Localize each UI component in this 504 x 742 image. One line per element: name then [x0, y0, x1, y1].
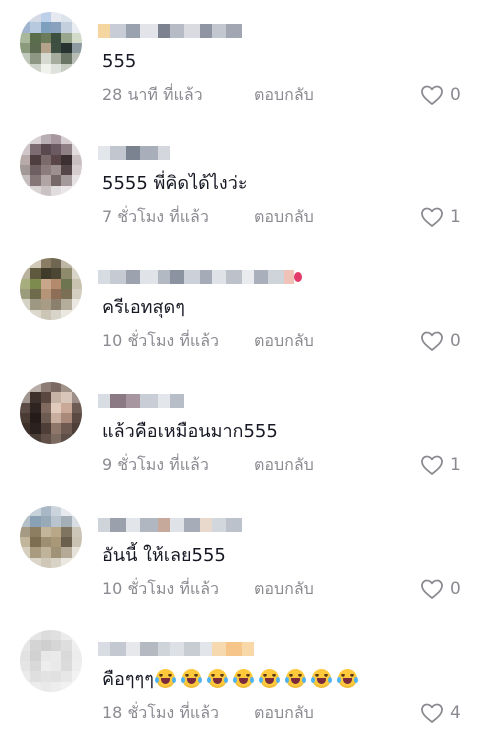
avatar[interactable] — [20, 630, 82, 692]
username[interactable] — [98, 144, 170, 162]
comment-timestamp: 18 ชั่วโมง ที่แล้ว — [102, 702, 219, 722]
laughing-crying-emoji-icon — [154, 669, 176, 688]
reply-button[interactable]: ตอบกลับ — [254, 577, 314, 602]
like-count: 0 — [450, 331, 461, 351]
comment-item: แล้วคือเหมือนมาก555 9 ชั่วโมง ที่แล้ว ตอบก… — [0, 370, 504, 494]
reply-button[interactable]: ตอบกลับ — [254, 205, 314, 230]
like-button[interactable]: 0 — [420, 578, 461, 600]
like-count: 1 — [450, 207, 461, 227]
username-text — [98, 392, 99, 393]
heart-outline-icon[interactable] — [420, 702, 444, 724]
comment-text-body: 555 — [102, 51, 137, 72]
comment-text: 555 — [102, 50, 136, 74]
reply-button[interactable]: ตอบกลับ — [254, 329, 314, 354]
avatar[interactable] — [20, 382, 82, 444]
comment-item: อันนี้ ให้เลย555 10 ชั่วโมง ที่แล้ว ตอบกลั… — [0, 494, 504, 618]
laughing-crying-emoji-icon — [206, 669, 228, 688]
username[interactable] — [98, 392, 184, 410]
like-button[interactable]: 0 — [420, 330, 461, 352]
comment-timestamp: 9 ชั่วโมง ที่แล้ว — [102, 454, 209, 474]
laughing-crying-emoji-icon — [336, 669, 358, 688]
laughing-crying-emoji-icon — [232, 669, 254, 688]
comment-item: 5555 พี่คิดได้ไงว่ะ 7 ชั่วโมง ที่แล้ว ตอบก… — [0, 122, 504, 246]
comment-meta: 28 นาที ที่แล้ว ตอบกลับ — [102, 84, 314, 106]
comment-timestamp: 28 นาที ที่แล้ว — [102, 84, 203, 104]
like-button[interactable]: 1 — [420, 454, 461, 476]
comment-timestamp: 10 ชั่วโมง ที่แล้ว — [102, 578, 219, 598]
like-button[interactable]: 4 — [420, 702, 461, 724]
heart-outline-icon[interactable] — [420, 578, 444, 600]
heart-outline-icon[interactable] — [420, 454, 444, 476]
comment-text: แล้วคือเหมือนมาก555 — [102, 420, 278, 444]
comment-meta: 18 ชั่วโมง ที่แล้ว ตอบกลับ — [102, 702, 314, 724]
avatar[interactable] — [20, 506, 82, 568]
like-count: 4 — [450, 703, 461, 723]
comment-timestamp: 10 ชั่วโมง ที่แล้ว — [102, 330, 219, 350]
comment-text-body: ครีเอทสุดๆ — [102, 297, 185, 318]
heart-outline-icon[interactable] — [420, 84, 444, 106]
username-text — [98, 144, 99, 145]
comment-meta: 7 ชั่วโมง ที่แล้ว ตอบกลับ — [102, 206, 314, 228]
avatar[interactable] — [20, 258, 82, 320]
comment-meta: 9 ชั่วโมง ที่แล้ว ตอบกลับ — [102, 454, 314, 476]
comment-timestamp: 7 ชั่วโมง ที่แล้ว — [102, 206, 209, 226]
comment-meta: 10 ชั่วโมง ที่แล้ว ตอบกลับ — [102, 330, 314, 352]
like-button[interactable]: 1 — [420, 206, 461, 228]
like-count: 0 — [450, 579, 461, 599]
username[interactable] — [98, 640, 254, 658]
username-text — [98, 516, 99, 517]
laughing-crying-emoji-icon — [284, 669, 306, 688]
username[interactable] — [98, 22, 242, 40]
comment-text: อันนี้ ให้เลย555 — [102, 544, 226, 568]
username[interactable] — [98, 516, 242, 534]
like-count: 1 — [450, 455, 461, 475]
username-text — [98, 268, 99, 269]
avatar[interactable] — [20, 134, 82, 196]
laughing-crying-emoji-icon — [180, 669, 202, 688]
comment-text: ครีเอทสุดๆ — [102, 296, 185, 320]
heart-outline-icon[interactable] — [420, 206, 444, 228]
avatar[interactable] — [20, 12, 82, 74]
reply-button[interactable]: ตอบกลับ — [254, 701, 314, 726]
username[interactable] — [98, 268, 302, 286]
like-button[interactable]: 0 — [420, 84, 461, 106]
emoji-group — [154, 669, 364, 690]
reply-button[interactable]: ตอบกลับ — [254, 83, 314, 108]
comment-text: 5555 พี่คิดได้ไงว่ะ — [102, 172, 248, 196]
comment-item: คือๆๆๆ 18 ชั่วโมง ที่แล้ว ตอบกลับ 4 — [0, 618, 504, 742]
username-text — [98, 22, 99, 23]
username-text — [98, 640, 99, 641]
comment-text: คือๆๆๆ — [102, 668, 364, 692]
like-count: 0 — [450, 85, 461, 105]
comment-meta: 10 ชั่วโมง ที่แล้ว ตอบกลับ — [102, 578, 314, 600]
laughing-crying-emoji-icon — [310, 669, 332, 688]
comment-text-body: อันนี้ ให้เลย555 — [102, 545, 226, 566]
laughing-crying-emoji-icon — [258, 669, 280, 688]
reply-button[interactable]: ตอบกลับ — [254, 453, 314, 478]
comment-item: ครีเอทสุดๆ 10 ชั่วโมง ที่แล้ว ตอบกลับ 0 — [0, 246, 504, 370]
comment-text-body: คือๆๆๆ — [102, 669, 154, 690]
comment-text-body: 5555 พี่คิดได้ไงว่ะ — [102, 173, 248, 194]
heart-outline-icon[interactable] — [420, 330, 444, 352]
comment-text-body: แล้วคือเหมือนมาก555 — [102, 421, 278, 442]
comment-item: 555 28 นาที ที่แล้ว ตอบกลับ 0 — [0, 0, 504, 124]
